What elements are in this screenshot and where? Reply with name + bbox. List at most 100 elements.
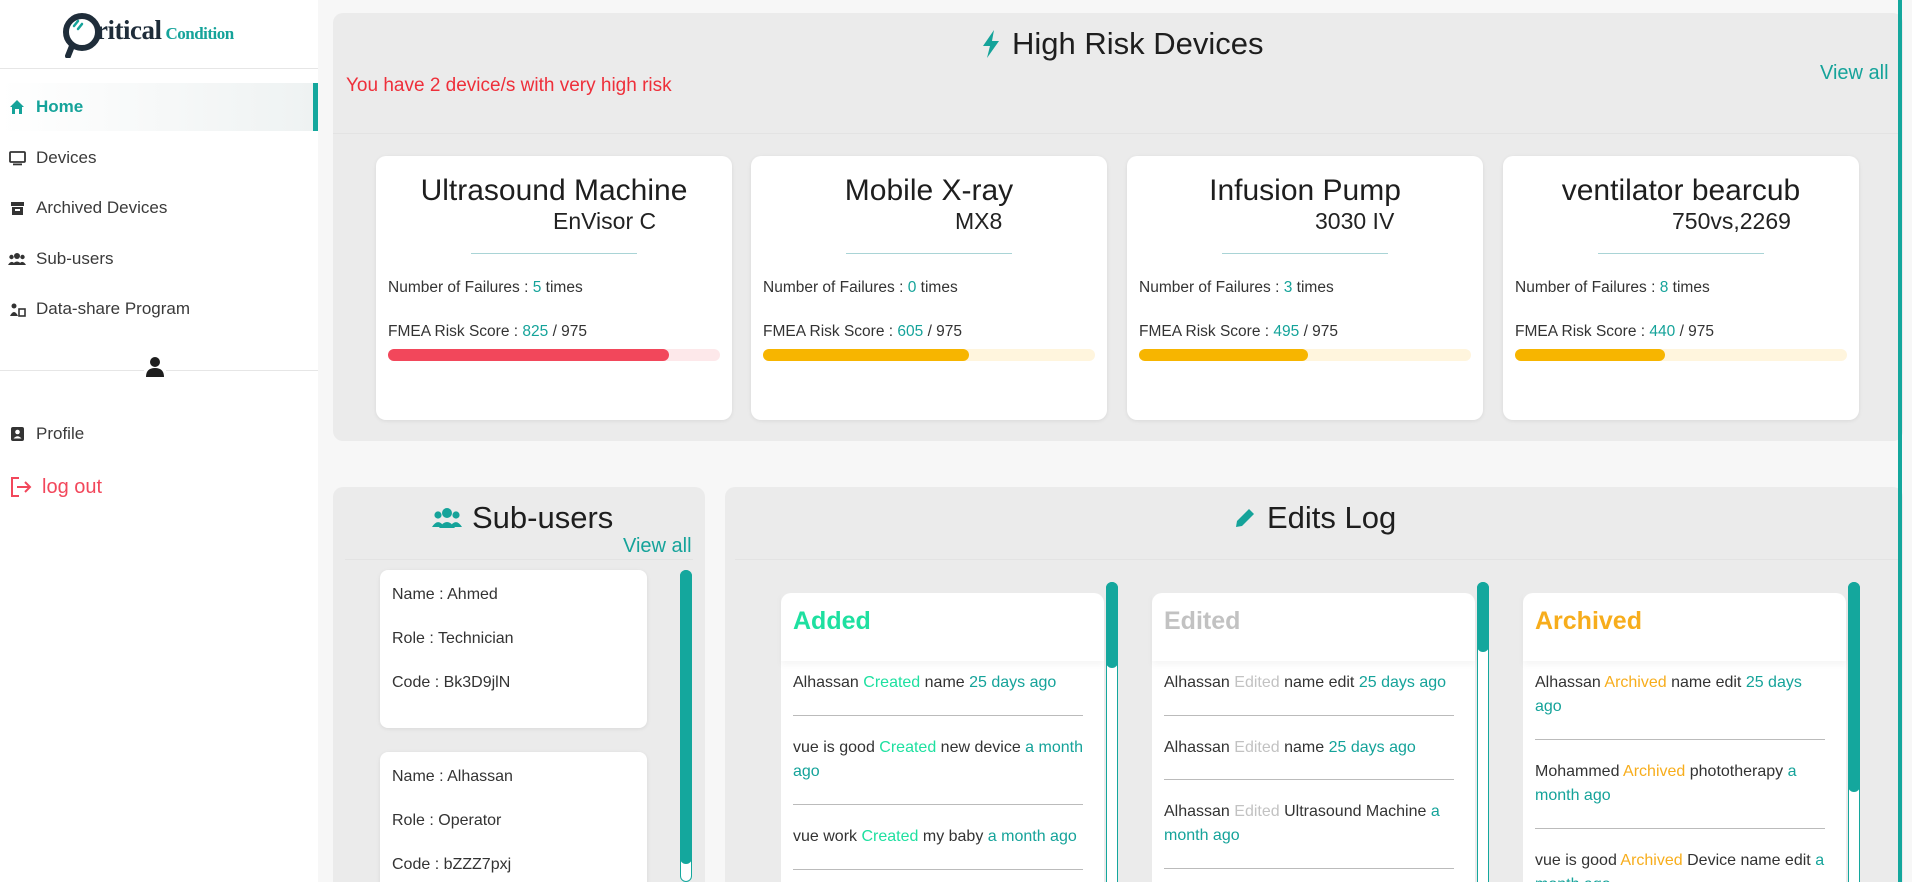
sidebar-item-label: Archived Devices	[36, 198, 168, 217]
device-card[interactable]: Mobile X-ray MX8 Number of Failures : 0 …	[751, 156, 1107, 420]
monitor-icon	[8, 149, 26, 167]
device-card[interactable]: ventilator bearcub 750vs,2269 Number of …	[1503, 156, 1859, 420]
sub-users-view-all-link[interactable]: View all	[623, 535, 692, 558]
device-card[interactable]: Ultrasound Machine EnVisor C Number of F…	[376, 156, 732, 420]
device-model: 750vs,2269	[1672, 208, 1791, 234]
user-icon	[144, 356, 166, 380]
device-model: MX8	[955, 208, 1003, 234]
sidebar-item-profile[interactable]: Profile	[0, 410, 318, 458]
log-divider	[793, 804, 1083, 805]
log-entry: Alhassan Created name 25 days ago	[793, 674, 1057, 691]
sidebar-item-label: Profile	[36, 424, 85, 443]
sidebar-item-label: Sub-users	[36, 249, 114, 268]
sidebar-item-label: Devices	[36, 148, 97, 167]
sub-user-name: Name : Ahmed	[392, 586, 498, 603]
high-risk-alert: You have 2 device/s with very high risk	[346, 75, 672, 96]
added-log-title: Added	[781, 593, 1104, 661]
sub-user-card[interactable]: Name : Ahmed Role : Technician Code : Bk…	[380, 570, 647, 728]
edits-log-title: Edits Log	[1233, 500, 1396, 536]
bolt-icon	[980, 29, 1002, 59]
app-logo[interactable]: ritical Condition	[62, 6, 234, 59]
sidebar-item-devices[interactable]: Devices	[0, 134, 318, 182]
card-divider	[1598, 253, 1764, 254]
sub-users-scrollbar[interactable]	[680, 570, 692, 882]
log-entry: Alhassan Edited Ultrasound Machine a mon…	[1164, 803, 1440, 844]
card-divider	[471, 253, 637, 254]
card-divider	[1222, 253, 1388, 254]
sub-user-name: Name : Alhassan	[392, 768, 513, 785]
users-icon	[8, 250, 26, 268]
device-model: 3030 IV	[1315, 208, 1395, 234]
logout-label: log out	[42, 475, 103, 498]
home-icon	[8, 98, 26, 116]
sidebar-item-label: Home	[36, 97, 84, 116]
device-card[interactable]: Infusion Pump 3030 IV Number of Failures…	[1127, 156, 1483, 420]
panel-divider	[345, 559, 693, 560]
logout-button[interactable]: log out	[0, 463, 318, 511]
log-entry: Alhassan Archived name edit 25 days ago	[1535, 674, 1802, 715]
sub-user-code: Code : bZZZ7pxj	[392, 856, 512, 873]
scrollbar-thumb[interactable]	[680, 570, 692, 864]
risk-score-row: FMEA Risk Score : 440 / 975	[1515, 323, 1715, 340]
sub-user-code: Code : Bk3D9jlN	[392, 674, 511, 691]
scrollbar-thumb[interactable]	[1848, 582, 1860, 792]
sidebar-item-data-share[interactable]: Data-share Program	[0, 285, 318, 333]
risk-progress-fill	[388, 349, 669, 361]
sidebar-item-sub-users[interactable]: Sub-users	[0, 235, 318, 283]
log-divider	[1535, 828, 1825, 829]
edited-log-scrollbar[interactable]	[1477, 582, 1489, 882]
card-divider	[846, 253, 1012, 254]
failures-row: Number of Failures : 8 times	[1515, 279, 1710, 296]
risk-progress-bar	[388, 349, 720, 361]
added-log-scrollbar[interactable]	[1106, 582, 1118, 882]
edited-log-column: Edited Alhassan Edited name edit 25 days…	[1152, 593, 1475, 882]
risk-score-row: FMEA Risk Score : 495 / 975	[1139, 323, 1339, 340]
archive-icon	[8, 199, 26, 217]
log-entry: Alhassan Edited name edit 25 days ago	[1164, 674, 1447, 691]
failures-row: Number of Failures : 5 times	[388, 279, 583, 296]
scrollbar-thumb[interactable]	[1106, 582, 1118, 668]
sub-user-role: Role : Operator	[392, 812, 502, 829]
device-name: Mobile X-ray	[844, 174, 1014, 207]
archived-log-scrollbar[interactable]	[1848, 582, 1860, 882]
risk-progress-fill	[1139, 349, 1308, 361]
sub-user-role: Role : Technician	[392, 630, 514, 647]
brand-name: ritical Condition	[96, 14, 234, 45]
log-entry: vue work Created my baby a month ago	[793, 828, 1077, 845]
log-entry: Alhassan Edited name 25 days ago	[1164, 739, 1416, 756]
log-entry: Mohammed Archived phototherapy a month a…	[1535, 763, 1797, 804]
high-risk-title: High Risk Devices	[980, 26, 1264, 62]
panel-divider	[333, 133, 1898, 134]
risk-score-row: FMEA Risk Score : 825 / 975	[388, 323, 588, 340]
sidebar-item-archived-devices[interactable]: Archived Devices	[0, 184, 318, 232]
share-icon	[8, 300, 26, 318]
sub-user-card[interactable]: Name : Alhassan Role : Operator Code : b…	[380, 752, 647, 882]
log-entry: vue is good Created new device a month a…	[793, 739, 1083, 780]
sidebar: ritical Condition Home Devices Archived D…	[0, 0, 318, 882]
log-divider	[793, 715, 1083, 716]
high-risk-view-all-link[interactable]: View all	[1820, 62, 1889, 85]
panel-divider	[735, 559, 1900, 560]
page-scrollbar[interactable]	[1898, 0, 1902, 882]
log-divider	[793, 869, 1083, 870]
scrollbar-thumb[interactable]	[1477, 582, 1489, 652]
log-entry: vue is good Archived Device name edit a …	[1535, 852, 1825, 882]
risk-score-row: FMEA Risk Score : 605 / 975	[763, 323, 963, 340]
device-model: EnVisor C	[553, 208, 657, 234]
archived-log-column: Archived Alhassan Archived name edit 25 …	[1523, 593, 1846, 882]
log-divider	[1164, 779, 1454, 780]
device-name: Infusion Pump	[1209, 174, 1401, 207]
sidebar-item-label: Data-share Program	[36, 299, 191, 318]
risk-progress-fill	[1515, 349, 1665, 361]
risk-progress-bar	[1515, 349, 1847, 361]
pencil-icon	[1233, 506, 1257, 530]
edited-log-title: Edited	[1152, 593, 1475, 661]
profile-card-icon	[8, 425, 26, 443]
risk-progress-fill	[763, 349, 969, 361]
sidebar-item-home[interactable]: Home	[0, 83, 318, 131]
logout-icon	[8, 477, 34, 497]
log-divider	[1535, 739, 1825, 740]
device-name: Ultrasound Machine	[420, 174, 688, 207]
logo-divider	[0, 68, 318, 69]
device-name: ventilator bearcub	[1561, 174, 1801, 207]
